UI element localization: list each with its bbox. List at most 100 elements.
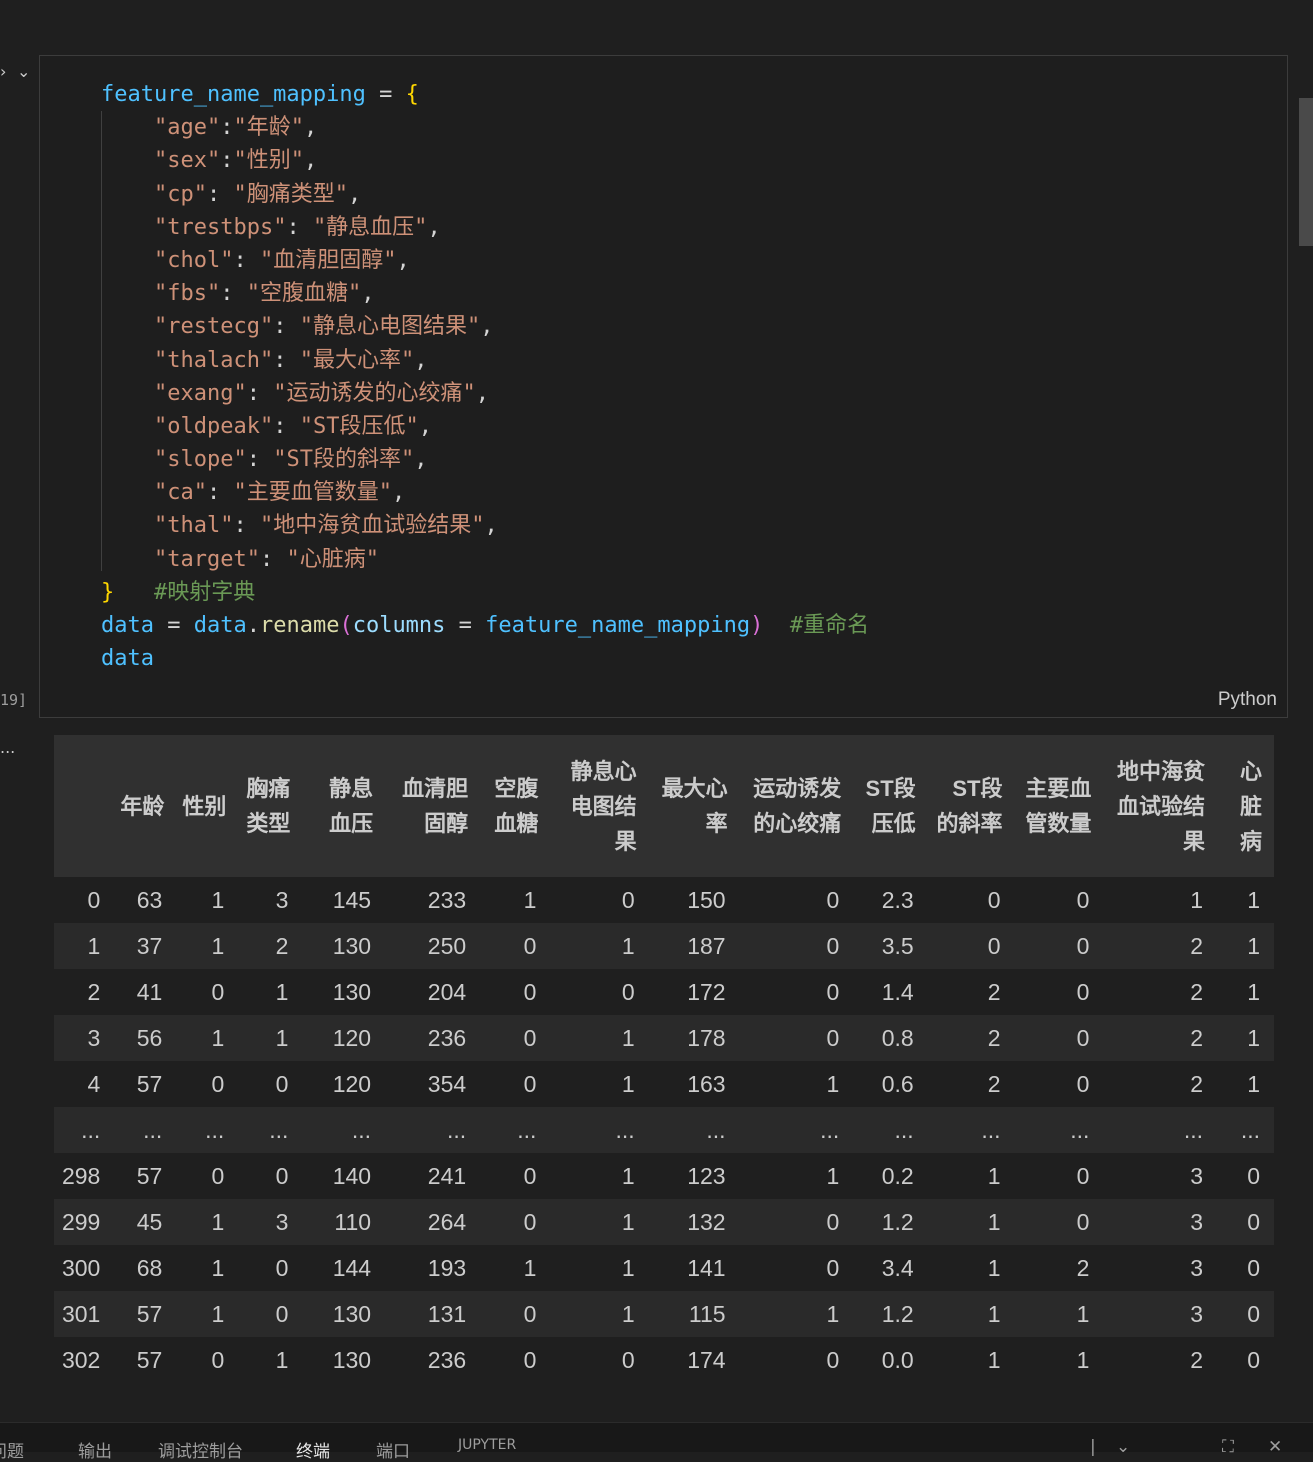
table-cell: 1 xyxy=(176,923,239,969)
table-cell: ... xyxy=(385,1107,481,1153)
table-cell: 45 xyxy=(114,1199,177,1245)
maximize-icon[interactable]: ⛶ xyxy=(1222,1437,1234,1457)
table-cell: 0 xyxy=(739,877,854,923)
token-comma: , xyxy=(418,413,432,439)
table-row: 3 56 1 1 120 236 0 1 178 0 0.8 2 0 2 1 xyxy=(54,1015,1274,1061)
collapse-arrow-icon[interactable]: › xyxy=(0,62,6,81)
token-key: "trestbps" xyxy=(153,214,287,240)
table-cell: 2 xyxy=(1103,1337,1218,1383)
table-cell: 2 xyxy=(927,1061,1015,1107)
output-more-icon[interactable]: ... xyxy=(0,738,15,757)
token-value: "运动诱发的心绞痛" xyxy=(273,380,476,406)
table-row: 2 41 0 1 130 204 0 0 172 0 1.4 2 0 2 1 xyxy=(54,969,1274,1015)
table-cell: 1 xyxy=(550,1245,649,1291)
table-cell: 172 xyxy=(648,969,740,1015)
table-cell: 0 xyxy=(480,1061,551,1107)
table-cell: 3 xyxy=(1103,1245,1218,1291)
token-variable: feature_name_mapping xyxy=(101,82,366,107)
token-comma: , xyxy=(414,447,428,473)
table-cell: 0 xyxy=(739,1199,854,1245)
token-colon: : xyxy=(273,413,300,439)
table-cell: 1 xyxy=(927,1291,1015,1337)
row-index: ... xyxy=(54,1107,115,1153)
table-cell: 0 xyxy=(238,1245,303,1291)
table-cell: 141 xyxy=(648,1245,740,1291)
table-cell: 63 xyxy=(114,877,177,923)
table-cell: 1 xyxy=(238,1337,303,1383)
token-colon: : xyxy=(259,546,287,572)
token-comma: , xyxy=(396,247,410,273)
token-comment: #重命名 xyxy=(763,613,870,638)
code-cell[interactable]: feature_name_mapping = { "age":"年龄", "se… xyxy=(39,55,1288,718)
code-line: feature_name_mapping = { xyxy=(101,78,869,111)
table-cell: 2 xyxy=(238,923,303,969)
token-key: "exang" xyxy=(153,380,247,406)
token-key: "thal" xyxy=(153,513,234,539)
row-index: 0 xyxy=(54,877,115,923)
tab-ports[interactable]: 端口 xyxy=(376,1437,410,1462)
code-line: } #映射字典 xyxy=(101,576,869,609)
table-cell: 0 xyxy=(1217,1245,1274,1291)
code-line: "thal": "地中海贫血试验结果", xyxy=(101,509,869,542)
table-cell: ... xyxy=(114,1107,177,1153)
chevron-down-icon[interactable]: ⌄ xyxy=(1116,1437,1130,1457)
table-cell: 0 xyxy=(480,1199,551,1245)
table-cell: 3 xyxy=(1103,1153,1218,1199)
row-index: 2 xyxy=(54,969,115,1015)
code-line: "thalach": "最大心率", xyxy=(101,344,869,377)
tab-debug-console[interactable]: 调试控制台 xyxy=(158,1437,243,1462)
code-line: "exang": "运动诱发的心绞痛", xyxy=(101,377,869,410)
table-cell: ... xyxy=(238,1107,303,1153)
token-key: "cp" xyxy=(153,181,207,207)
table-cell: 0 xyxy=(176,1153,239,1199)
table-cell: ... xyxy=(648,1107,740,1153)
code-editor[interactable]: feature_name_mapping = { "age":"年龄", "se… xyxy=(101,78,869,675)
table-cell: 0 xyxy=(1014,1199,1104,1245)
table-cell: 68 xyxy=(114,1245,177,1291)
table-cell: 2.3 xyxy=(853,877,928,923)
table-cell: 264 xyxy=(385,1199,481,1245)
table-cell: 1 xyxy=(550,1199,649,1245)
table-cell: ... xyxy=(853,1107,928,1153)
table-cell: 131 xyxy=(385,1291,481,1337)
add-icon[interactable]: | xyxy=(1090,1437,1096,1457)
table-cell: ... xyxy=(176,1107,239,1153)
execution-count: 19] xyxy=(0,691,28,709)
token-value: "空腹血糖" xyxy=(246,281,362,307)
table-cell: 204 xyxy=(385,969,481,1015)
tab-problems[interactable]: 问题 xyxy=(0,1437,24,1462)
table-cell: 0 xyxy=(480,923,551,969)
table-cell: 187 xyxy=(648,923,740,969)
table-row: 302 57 0 1 130 236 0 0 174 0 0.0 1 1 2 0 xyxy=(54,1337,1274,1383)
language-badge[interactable]: Python xyxy=(1218,689,1277,711)
token-key: "slope" xyxy=(153,447,247,473)
table-cell: 110 xyxy=(302,1199,386,1245)
editor-scrollbar[interactable] xyxy=(1299,98,1313,246)
tab-terminal[interactable]: 终端 xyxy=(296,1437,330,1462)
table-cell: 0 xyxy=(480,1337,551,1383)
table-cell: 0.2 xyxy=(853,1153,928,1199)
token-colon: : xyxy=(273,347,300,373)
tab-output[interactable]: 输出 xyxy=(78,1437,112,1462)
token-comma: , xyxy=(480,314,494,340)
table-cell: 0 xyxy=(176,1061,239,1107)
table-cell: ... xyxy=(302,1107,386,1153)
table-cell: 0 xyxy=(238,1061,303,1107)
table-cell: 1 xyxy=(176,1245,239,1291)
table-cell: 130 xyxy=(302,1337,386,1383)
chevron-down-icon[interactable]: ⌄ xyxy=(17,62,30,81)
token-paren: ( xyxy=(339,613,353,638)
table-cell: 37 xyxy=(114,923,177,969)
close-icon[interactable]: ✕ xyxy=(1268,1437,1282,1457)
table-cell: 1 xyxy=(550,1291,649,1337)
token-colon: : xyxy=(273,314,300,340)
table-cell: 1 xyxy=(927,1337,1015,1383)
table-row: 300 68 1 0 144 193 1 1 141 0 3.4 1 2 3 0 xyxy=(54,1245,1274,1291)
table-cell: 2 xyxy=(1103,969,1218,1015)
table-cell: 132 xyxy=(648,1199,740,1245)
table-row: 298 57 0 0 140 241 0 1 123 1 0.2 1 0 3 0 xyxy=(54,1153,1274,1199)
